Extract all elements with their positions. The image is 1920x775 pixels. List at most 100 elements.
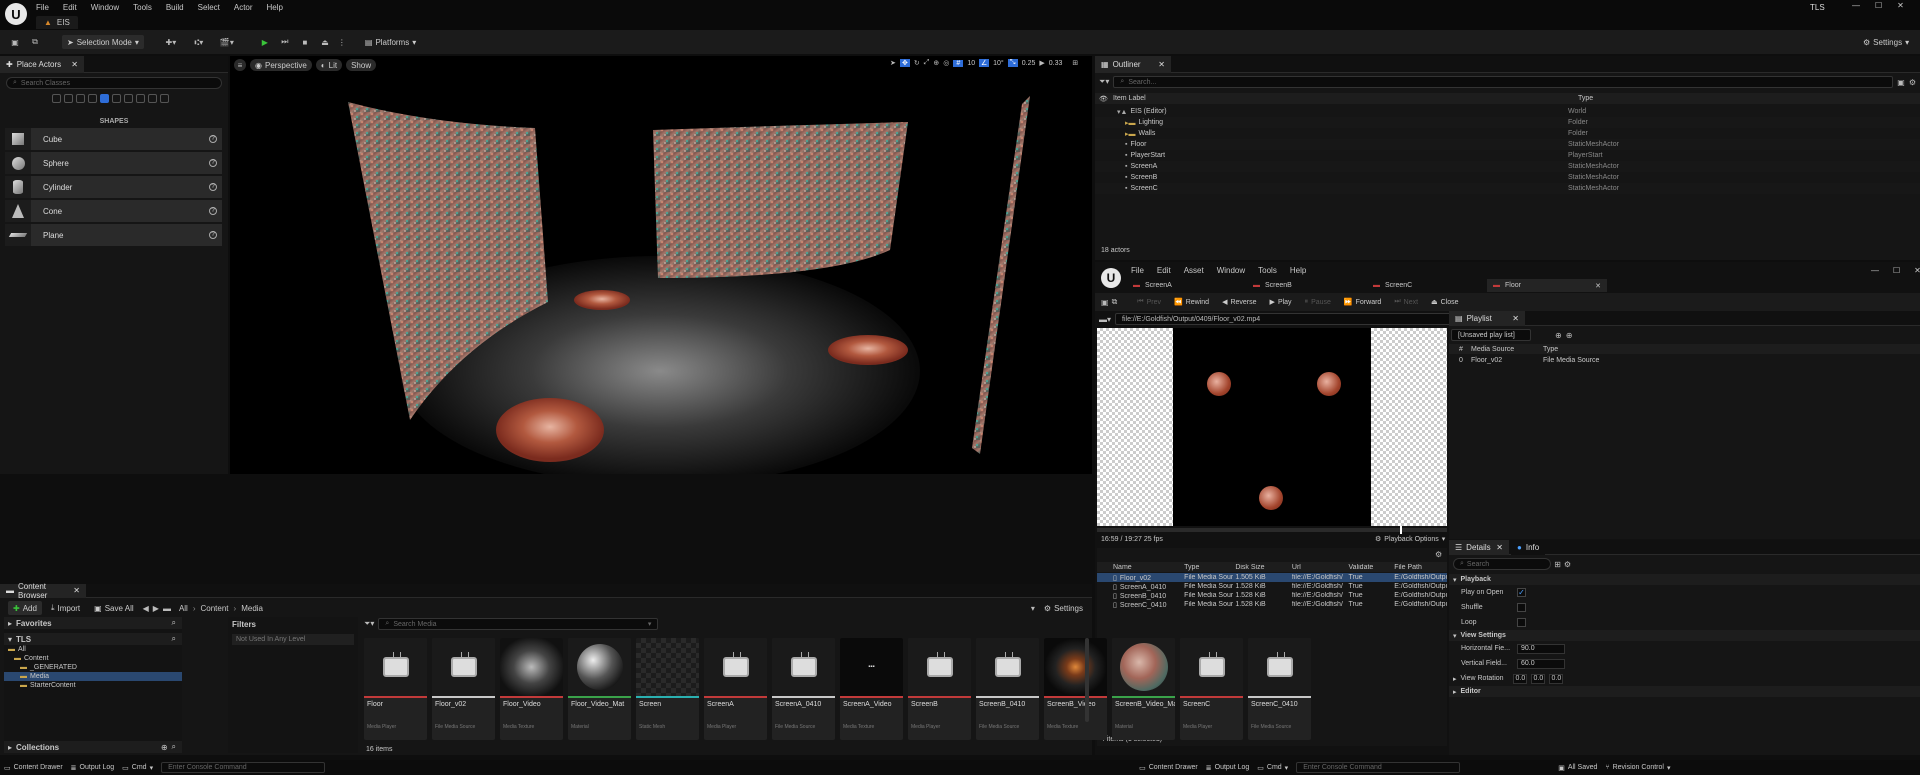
search-icon[interactable]: ⌕ [172, 618, 176, 628]
media-tab-floor[interactable]: ▬ Floor ✕ [1487, 279, 1607, 292]
menu-edit[interactable]: Edit [63, 3, 77, 12]
media-menu-edit[interactable]: Edit [1157, 266, 1171, 275]
search-icon[interactable]: ⌕ [172, 634, 176, 644]
close-icon[interactable]: ✕ [1496, 543, 1503, 552]
view-settings-section[interactable]: ▾ View Settings [1449, 630, 1920, 641]
filter-icon[interactable]: ⏷▾ [364, 619, 374, 629]
media-table-row[interactable]: ▯ ScreenC_0410 File Media Sour 1.528 KiB fil… [1097, 600, 1447, 609]
me-content-drawer-button[interactable]: ▭ Content Drawer [1139, 764, 1198, 772]
basic-icon[interactable] [64, 94, 73, 103]
details-search-input[interactable]: ⌕ Search [1453, 558, 1552, 570]
filter-not-used[interactable]: Not Used In Any Level [232, 634, 354, 645]
media-table-row[interactable]: ▯ Floor_v02 File Media Sour 1.505 KiB file:/… [1097, 573, 1447, 582]
blueprint-icon[interactable]: ⑆▾ [188, 38, 210, 47]
playback-section[interactable]: ▾ Playback [1449, 574, 1920, 585]
cinematics-icon[interactable]: 🎬▾ [216, 38, 238, 47]
help-icon[interactable]: ? [209, 231, 217, 239]
asset-tile-screenb-video-mat[interactable]: ScreenB_Video_Mat Material [1112, 638, 1175, 740]
outliner-search-input[interactable]: ⌕ Search... [1113, 76, 1894, 88]
minimize-icon[interactable]: — [1871, 266, 1879, 275]
collections-header[interactable]: ▸ Collections ⊕ ⌕ [4, 741, 182, 753]
outliner-col-label[interactable]: Item Label [1113, 95, 1513, 102]
media-table-row[interactable]: ▯ ScreenA_0410 File Media Sour 1.528 KiB fil… [1097, 582, 1447, 591]
breadcrumb-all[interactable]: All [179, 604, 188, 613]
outliner-row[interactable]: ▪ Floor StaticMeshActor [1095, 139, 1920, 150]
close-icon[interactable]: ✕ [1158, 60, 1165, 69]
help-icon[interactable]: ? [209, 159, 217, 167]
media-col-file-path[interactable]: File Path [1392, 564, 1447, 571]
folder-all[interactable]: ▬ All [4, 645, 182, 654]
outliner-row[interactable]: ▪ PlayerStart PlayerStart [1095, 150, 1920, 161]
step-icon[interactable]: ⏭ [278, 37, 292, 47]
close-icon[interactable]: ✕ [1914, 266, 1920, 275]
editor-section[interactable]: ▸ Editor [1449, 686, 1920, 697]
scrubber-handle[interactable] [1400, 526, 1402, 534]
browse-icon[interactable]: ⧉ [28, 37, 42, 47]
add-button[interactable]: ✚ Add [8, 601, 42, 615]
media-menu-asset[interactable]: Asset [1184, 266, 1204, 275]
media-menu-window[interactable]: Window [1217, 266, 1245, 275]
menu-build[interactable]: Build [166, 3, 184, 12]
grid-snap-icon[interactable]: # [953, 59, 964, 67]
lights-icon[interactable] [76, 94, 85, 103]
show-button[interactable]: Show [346, 59, 377, 71]
playback-options-button[interactable]: ⚙ Playback Options ▾ [1375, 535, 1445, 544]
add-source-icon[interactable]: ⊕ [1555, 331, 1562, 340]
browse-icon[interactable]: ⧉ [1112, 297, 1118, 307]
scale-snap-icon[interactable]: ⤡ [1007, 59, 1018, 67]
content-settings-button[interactable]: ⚙ Settings [1039, 601, 1088, 615]
playlist-col-media-source[interactable]: Media Source [1469, 346, 1541, 353]
cinematic-icon[interactable] [88, 94, 97, 103]
rewind-button[interactable]: ⏪ Rewind [1169, 295, 1214, 309]
actor-item-cone[interactable]: Cone? [5, 200, 222, 222]
asset-tile-screen[interactable]: Screen Static Mesh [636, 638, 699, 740]
level-viewport[interactable]: ≡ ◉ Perspective ◐ Lit Show ➤ ✥ ↻ ⤢ ⊕ ◎ #… [230, 56, 1092, 474]
surface-snap-icon[interactable]: ◎ [943, 59, 949, 67]
media-scrubber[interactable] [1097, 526, 1447, 534]
recent-icon[interactable] [52, 94, 61, 103]
actor-item-plane[interactable]: Plane? [5, 224, 222, 246]
asset-scrollbar[interactable] [1085, 638, 1089, 722]
close-icon[interactable]: ✕ [73, 586, 80, 595]
asset-tile-screenb-0410[interactable]: ScreenB_0410 File Media Source [976, 638, 1039, 740]
project-header[interactable]: ▾ TLS ⌕ [4, 633, 182, 645]
menu-help[interactable]: Help [267, 3, 283, 12]
breadcrumb-content[interactable]: Content [201, 604, 229, 613]
back-icon[interactable]: ◀ [143, 604, 149, 613]
grid-view-icon[interactable]: ⊞ [1554, 560, 1561, 569]
media-col-disk-size[interactable]: Disk Size [1233, 564, 1290, 571]
platforms-button[interactable]: ▤ Platforms ▾ [360, 35, 421, 49]
close-button[interactable]: ⏏ Close [1426, 295, 1464, 309]
camera-speed-icon[interactable]: ▶ [1039, 59, 1044, 67]
world-space-icon[interactable]: ⊕ [933, 59, 939, 67]
help-icon[interactable]: ? [209, 207, 217, 215]
all-saved-indicator[interactable]: ▣ All Saved [1558, 764, 1597, 772]
tab-playlist[interactable]: ▤ Playlist ✕ [1449, 310, 1525, 326]
content-drawer-button[interactable]: ▭ Content Drawer [4, 764, 63, 772]
hamburger-icon[interactable]: ≡ [234, 59, 246, 71]
grid-snap-value[interactable]: 10 [967, 60, 975, 67]
layout-icon[interactable]: ⊞ [1072, 59, 1078, 67]
asset-tile-floor-video[interactable]: Floor_Video Media Texture [500, 638, 563, 740]
close-icon[interactable]: ✕ [1897, 1, 1904, 10]
play-on-open-checkbox[interactable]: ✓ [1517, 588, 1526, 597]
loop-checkbox[interactable] [1517, 618, 1526, 627]
media-col-url[interactable]: Url [1290, 564, 1347, 571]
scale-snap-value[interactable]: 0.25 [1022, 60, 1036, 67]
outliner-row[interactable]: ▪ ScreenA StaticMeshActor [1095, 161, 1920, 172]
media-tab-screena[interactable]: ▬ ScreenA [1127, 279, 1247, 292]
chevron-down-icon[interactable]: ▾ [1031, 604, 1035, 613]
actor-item-cube[interactable]: Cube? [5, 128, 222, 150]
media-col-type[interactable]: Type [1182, 564, 1233, 571]
reverse-button[interactable]: ◀ Reverse [1217, 295, 1261, 309]
move-tool-icon[interactable]: ✥ [899, 59, 910, 67]
vertical-fov-input[interactable]: 60.0 [1517, 658, 1565, 669]
tab-info[interactable]: ● Info [1511, 539, 1546, 555]
tab-outliner[interactable]: ▦ Outliner ✕ [1095, 55, 1171, 73]
selection-mode-button[interactable]: ➤ Selection Mode ▾ [62, 35, 144, 49]
save-icon[interactable]: ▣ [8, 38, 22, 47]
more-options-icon[interactable]: ⋮ [338, 38, 346, 47]
asset-tile-screenc[interactable]: ScreenC Media Player [1180, 638, 1243, 740]
outliner-row[interactable]: ▪ ScreenB StaticMeshActor [1095, 172, 1920, 183]
folder-content[interactable]: ▬ Content [4, 654, 182, 663]
